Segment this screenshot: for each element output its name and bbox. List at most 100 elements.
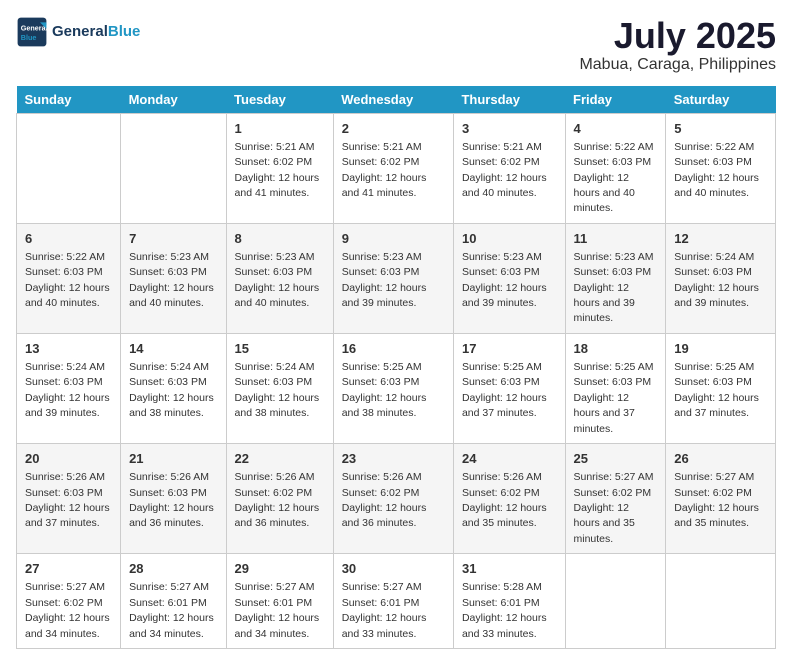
day-number: 17 bbox=[462, 340, 557, 358]
calendar-table: SundayMondayTuesdayWednesdayThursdayFrid… bbox=[16, 86, 776, 649]
day-cell: 10 Sunrise: 5:23 AM Sunset: 6:03 PM Dayli… bbox=[453, 223, 565, 333]
col-header-thursday: Thursday bbox=[453, 86, 565, 114]
day-number: 6 bbox=[25, 230, 112, 248]
day-number: 19 bbox=[674, 340, 767, 358]
day-cell: 2 Sunrise: 5:21 AM Sunset: 6:02 PM Daylig… bbox=[333, 113, 453, 223]
day-cell: 31 Sunrise: 5:28 AM Sunset: 6:01 PM Dayli… bbox=[453, 554, 565, 649]
day-info: Sunrise: 5:21 AM Sunset: 6:02 PM Dayligh… bbox=[342, 141, 427, 199]
col-header-tuesday: Tuesday bbox=[226, 86, 333, 114]
day-number: 20 bbox=[25, 450, 112, 468]
day-info: Sunrise: 5:24 AM Sunset: 6:03 PM Dayligh… bbox=[25, 361, 110, 419]
day-info: Sunrise: 5:24 AM Sunset: 6:03 PM Dayligh… bbox=[674, 251, 759, 309]
calendar-body: 1Sunrise: 5:21 AM Sunset: 6:02 PM Daylig… bbox=[17, 113, 776, 648]
day-info: Sunrise: 5:23 AM Sunset: 6:03 PM Dayligh… bbox=[129, 251, 214, 309]
day-number: 7 bbox=[129, 230, 217, 248]
day-cell: 4 Sunrise: 5:22 AM Sunset: 6:03 PM Daylig… bbox=[565, 113, 666, 223]
col-header-saturday: Saturday bbox=[666, 86, 776, 114]
day-number: 3 bbox=[462, 120, 557, 138]
day-info: Sunrise: 5:24 AM Sunset: 6:03 PM Dayligh… bbox=[235, 361, 320, 419]
day-info: Sunrise: 5:23 AM Sunset: 6:03 PM Dayligh… bbox=[574, 251, 654, 325]
day-info: Sunrise: 5:27 AM Sunset: 6:01 PM Dayligh… bbox=[342, 581, 427, 639]
day-cell bbox=[666, 554, 776, 649]
day-number: 13 bbox=[25, 340, 112, 358]
day-cell: 12 Sunrise: 5:24 AM Sunset: 6:03 PM Dayli… bbox=[666, 223, 776, 333]
day-number: 21 bbox=[129, 450, 217, 468]
logo: General Blue GeneralBlue bbox=[16, 16, 140, 48]
day-cell: 5Sunrise: 5:22 AM Sunset: 6:03 PM Daylig… bbox=[666, 113, 776, 223]
title-block: July 2025 Mabua, Caraga, Philippines bbox=[579, 16, 776, 74]
logo-icon: General Blue bbox=[16, 16, 48, 48]
day-number: 24 bbox=[462, 450, 557, 468]
week-row-3: 13 Sunrise: 5:24 AM Sunset: 6:03 PM Dayli… bbox=[17, 333, 776, 443]
week-row-1: 1Sunrise: 5:21 AM Sunset: 6:02 PM Daylig… bbox=[17, 113, 776, 223]
day-cell: 26Sunrise: 5:27 AM Sunset: 6:02 PM Dayli… bbox=[666, 444, 776, 554]
day-cell: 14Sunrise: 5:24 AM Sunset: 6:03 PM Dayli… bbox=[121, 333, 226, 443]
day-cell: 19 Sunrise: 5:25 AM Sunset: 6:03 PM Dayli… bbox=[666, 333, 776, 443]
day-cell: 21Sunrise: 5:26 AM Sunset: 6:03 PM Dayli… bbox=[121, 444, 226, 554]
day-info: Sunrise: 5:27 AM Sunset: 6:01 PM Dayligh… bbox=[129, 581, 214, 639]
day-cell bbox=[121, 113, 226, 223]
day-cell: 25Sunrise: 5:27 AM Sunset: 6:02 PM Dayli… bbox=[565, 444, 666, 554]
day-cell: 23 Sunrise: 5:26 AM Sunset: 6:02 PM Dayli… bbox=[333, 444, 453, 554]
day-info: Sunrise: 5:21 AM Sunset: 6:02 PM Dayligh… bbox=[235, 141, 320, 199]
day-info: Sunrise: 5:27 AM Sunset: 6:01 PM Dayligh… bbox=[235, 581, 320, 639]
day-cell: 17Sunrise: 5:25 AM Sunset: 6:03 PM Dayli… bbox=[453, 333, 565, 443]
day-number: 30 bbox=[342, 560, 445, 578]
day-number: 5 bbox=[674, 120, 767, 138]
day-info: Sunrise: 5:23 AM Sunset: 6:03 PM Dayligh… bbox=[342, 251, 427, 309]
day-info: Sunrise: 5:28 AM Sunset: 6:01 PM Dayligh… bbox=[462, 581, 547, 639]
day-cell: 28 Sunrise: 5:27 AM Sunset: 6:01 PM Dayli… bbox=[121, 554, 226, 649]
day-number: 8 bbox=[235, 230, 325, 248]
day-cell: 24Sunrise: 5:26 AM Sunset: 6:02 PM Dayli… bbox=[453, 444, 565, 554]
day-number: 10 bbox=[462, 230, 557, 248]
day-info: Sunrise: 5:23 AM Sunset: 6:03 PM Dayligh… bbox=[462, 251, 547, 309]
day-info: Sunrise: 5:26 AM Sunset: 6:02 PM Dayligh… bbox=[235, 471, 320, 529]
col-header-friday: Friday bbox=[565, 86, 666, 114]
day-cell: 11Sunrise: 5:23 AM Sunset: 6:03 PM Dayli… bbox=[565, 223, 666, 333]
day-info: Sunrise: 5:27 AM Sunset: 6:02 PM Dayligh… bbox=[674, 471, 759, 529]
day-info: Sunrise: 5:22 AM Sunset: 6:03 PM Dayligh… bbox=[574, 141, 654, 215]
day-info: Sunrise: 5:21 AM Sunset: 6:02 PM Dayligh… bbox=[462, 141, 547, 199]
day-info: Sunrise: 5:25 AM Sunset: 6:03 PM Dayligh… bbox=[342, 361, 427, 419]
day-cell: 13 Sunrise: 5:24 AM Sunset: 6:03 PM Dayli… bbox=[17, 333, 121, 443]
day-number: 2 bbox=[342, 120, 445, 138]
day-cell: 1Sunrise: 5:21 AM Sunset: 6:02 PM Daylig… bbox=[226, 113, 333, 223]
day-number: 4 bbox=[574, 120, 658, 138]
day-number: 22 bbox=[235, 450, 325, 468]
day-number: 28 bbox=[129, 560, 217, 578]
day-number: 29 bbox=[235, 560, 325, 578]
day-info: Sunrise: 5:26 AM Sunset: 6:02 PM Dayligh… bbox=[342, 471, 427, 529]
col-header-sunday: Sunday bbox=[17, 86, 121, 114]
day-cell: 6 Sunrise: 5:22 AM Sunset: 6:03 PM Daylig… bbox=[17, 223, 121, 333]
week-row-4: 20 Sunrise: 5:26 AM Sunset: 6:03 PM Dayli… bbox=[17, 444, 776, 554]
svg-text:Blue: Blue bbox=[21, 33, 37, 42]
page-title: July 2025 bbox=[579, 16, 776, 56]
day-info: Sunrise: 5:25 AM Sunset: 6:03 PM Dayligh… bbox=[674, 361, 759, 419]
day-number: 9 bbox=[342, 230, 445, 248]
col-header-wednesday: Wednesday bbox=[333, 86, 453, 114]
header-row: SundayMondayTuesdayWednesdayThursdayFrid… bbox=[17, 86, 776, 114]
day-info: Sunrise: 5:22 AM Sunset: 6:03 PM Dayligh… bbox=[25, 251, 110, 309]
day-number: 27 bbox=[25, 560, 112, 578]
day-cell bbox=[17, 113, 121, 223]
day-number: 14 bbox=[129, 340, 217, 358]
day-cell: 27 Sunrise: 5:27 AM Sunset: 6:02 PM Dayli… bbox=[17, 554, 121, 649]
day-number: 12 bbox=[674, 230, 767, 248]
day-info: Sunrise: 5:25 AM Sunset: 6:03 PM Dayligh… bbox=[574, 361, 654, 435]
day-number: 31 bbox=[462, 560, 557, 578]
week-row-2: 6 Sunrise: 5:22 AM Sunset: 6:03 PM Daylig… bbox=[17, 223, 776, 333]
day-info: Sunrise: 5:26 AM Sunset: 6:03 PM Dayligh… bbox=[25, 471, 110, 529]
day-cell: 20 Sunrise: 5:26 AM Sunset: 6:03 PM Dayli… bbox=[17, 444, 121, 554]
day-cell: 16Sunrise: 5:25 AM Sunset: 6:03 PM Dayli… bbox=[333, 333, 453, 443]
day-number: 18 bbox=[574, 340, 658, 358]
day-cell: 15Sunrise: 5:24 AM Sunset: 6:03 PM Dayli… bbox=[226, 333, 333, 443]
logo-line1: GeneralBlue bbox=[52, 24, 140, 41]
week-row-5: 27 Sunrise: 5:27 AM Sunset: 6:02 PM Dayli… bbox=[17, 554, 776, 649]
day-cell: 3 Sunrise: 5:21 AM Sunset: 6:02 PM Daylig… bbox=[453, 113, 565, 223]
day-cell bbox=[565, 554, 666, 649]
day-number: 23 bbox=[342, 450, 445, 468]
logo-text-block: GeneralBlue bbox=[52, 24, 140, 41]
day-cell: 8Sunrise: 5:23 AM Sunset: 6:03 PM Daylig… bbox=[226, 223, 333, 333]
day-info: Sunrise: 5:27 AM Sunset: 6:02 PM Dayligh… bbox=[25, 581, 110, 639]
day-cell: 7 Sunrise: 5:23 AM Sunset: 6:03 PM Daylig… bbox=[121, 223, 226, 333]
